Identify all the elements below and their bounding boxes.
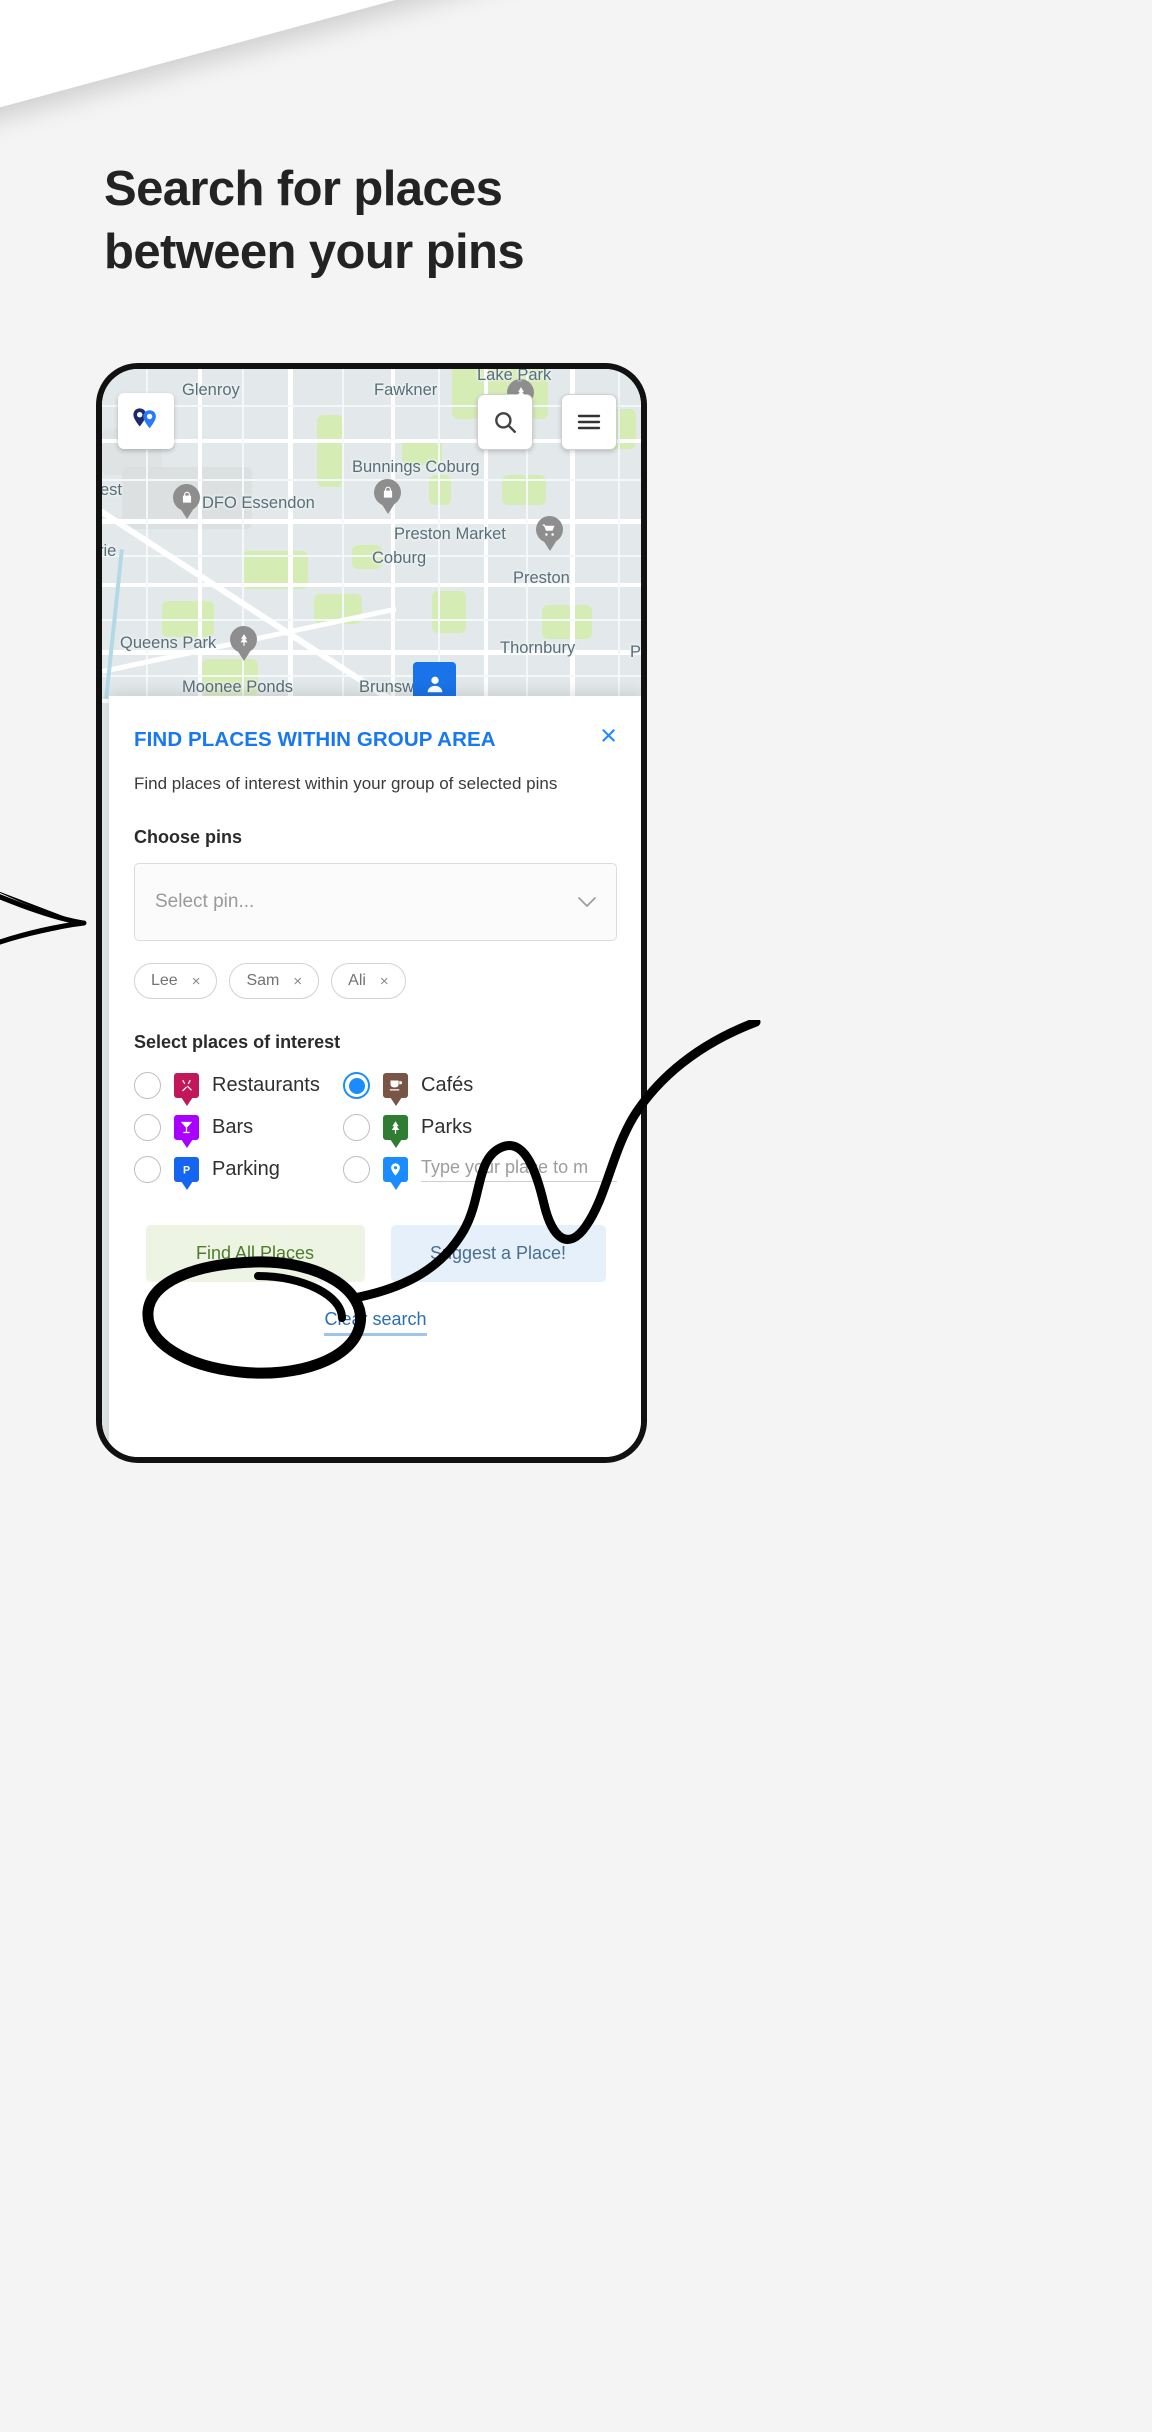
category-option-cafes[interactable]: Cafés <box>343 1072 617 1099</box>
map-label: Lake Park <box>477 369 552 384</box>
headline-line-1: Search for places <box>104 162 503 216</box>
radio-restaurants[interactable] <box>134 1072 161 1099</box>
location-pin-icon <box>383 1157 408 1182</box>
custom-place-input[interactable] <box>421 1157 617 1182</box>
parking-icon: P <box>174 1157 199 1182</box>
chevron-down-icon <box>578 892 596 913</box>
pin-chip-sam[interactable]: Sam × <box>229 963 320 999</box>
map-poi-shopping-cart-icon[interactable] <box>536 516 563 543</box>
map-label: Thornbury <box>500 639 576 657</box>
radio-bars[interactable] <box>134 1114 161 1141</box>
clear-search-row: Clear search <box>134 1309 617 1336</box>
svg-text:P: P <box>183 1164 190 1176</box>
radio-parking[interactable] <box>134 1156 161 1183</box>
chip-remove-icon[interactable]: × <box>380 973 389 990</box>
phone-mockup: Glenroy Fawkner Lake Park Bunnings Cobur… <box>96 363 647 1463</box>
find-places-modal: FIND PLACES WITHIN GROUP AREA × Find pla… <box>109 696 641 1457</box>
page-title: Search for places between your pins <box>104 158 804 283</box>
chip-label: Sam <box>246 972 280 989</box>
close-icon[interactable]: × <box>600 722 617 751</box>
map-label: est <box>102 481 123 499</box>
cafe-icon <box>383 1073 408 1098</box>
category-option-custom-place[interactable] <box>343 1156 617 1183</box>
category-label: Bars <box>212 1116 254 1138</box>
suggest-a-place-button[interactable]: Suggest a Place! <box>390 1225 606 1282</box>
modal-subtitle: Find places of interest within your grou… <box>134 774 558 793</box>
category-option-bars[interactable]: Bars <box>134 1114 343 1141</box>
park-icon <box>383 1115 408 1140</box>
annotation-left-arrow <box>0 891 87 945</box>
category-label: Restaurants <box>212 1074 320 1096</box>
map-label: rie <box>102 542 117 560</box>
choose-pins-label: Choose pins <box>134 827 243 847</box>
phone-screen: Glenroy Fawkner Lake Park Bunnings Cobur… <box>102 369 641 1457</box>
white-diagonal-wedge <box>0 0 1152 140</box>
chip-label: Ali <box>348 972 366 989</box>
modal-title: FIND PLACES WITHIN GROUP AREA <box>134 728 496 751</box>
pin-select-placeholder: Select pin... <box>155 891 255 912</box>
category-label: Parks <box>421 1116 473 1138</box>
screenshot-stage: Search for places between your pins Glen… <box>0 0 1152 2432</box>
category-option-parking[interactable]: P Parking <box>134 1156 343 1183</box>
selected-pin-chips: Lee × Sam × Ali × <box>134 963 617 999</box>
bar-icon <box>174 1115 199 1140</box>
clear-search-link[interactable]: Clear search <box>324 1309 427 1336</box>
chip-remove-icon[interactable]: × <box>293 973 302 990</box>
category-label: Cafés <box>421 1074 474 1096</box>
map-search-button[interactable] <box>477 394 533 450</box>
modal-action-buttons: Find All Places Suggest a Place! <box>134 1225 617 1282</box>
map-label: Brunsw <box>359 678 415 696</box>
map-label: Moonee Ponds <box>182 678 293 696</box>
map-label: Coburg <box>372 549 427 567</box>
category-option-parks[interactable]: Parks <box>343 1114 617 1141</box>
chip-remove-icon[interactable]: × <box>192 973 201 990</box>
radio-parks[interactable] <box>343 1114 370 1141</box>
category-options-grid: Restaurants Cafés Bars Parks P Parking T… <box>134 1072 617 1183</box>
radio-cafes[interactable] <box>343 1072 370 1099</box>
headline-line-2: between your pins <box>104 224 525 279</box>
find-all-places-button[interactable]: Find All Places <box>145 1225 365 1282</box>
map-poi-park-icon[interactable] <box>230 626 257 653</box>
category-option-restaurants[interactable]: Restaurants <box>134 1072 343 1099</box>
pin-chip-ali[interactable]: Ali × <box>331 963 406 999</box>
map-poi-shopping-bag-icon[interactable] <box>173 484 200 511</box>
map-label: DFO Essendon <box>202 494 315 512</box>
chip-label: Lee <box>151 972 178 989</box>
places-of-interest-label: Select places of interest <box>134 1032 341 1052</box>
modal-header: FIND PLACES WITHIN GROUP AREA × <box>134 696 617 752</box>
map-label: Preston Market <box>394 525 506 543</box>
radio-custom-place[interactable] <box>343 1156 370 1183</box>
restaurant-icon <box>174 1073 199 1098</box>
app-logo[interactable] <box>118 393 174 449</box>
pin-chip-lee[interactable]: Lee × <box>134 963 218 999</box>
map-menu-button[interactable] <box>561 394 617 450</box>
map-label: Fawkner <box>374 381 438 399</box>
map-poi-shopping-bag-icon-2[interactable] <box>374 479 401 506</box>
map-label: Queens Park <box>120 634 217 652</box>
pin-select-dropdown[interactable]: Select pin... <box>134 863 617 941</box>
map-label: Bunnings Coburg <box>352 458 480 476</box>
map-label: Glenroy <box>182 381 240 399</box>
map-label: Preston <box>513 569 570 587</box>
map-label: P <box>630 643 641 661</box>
category-label: Parking <box>212 1158 280 1180</box>
